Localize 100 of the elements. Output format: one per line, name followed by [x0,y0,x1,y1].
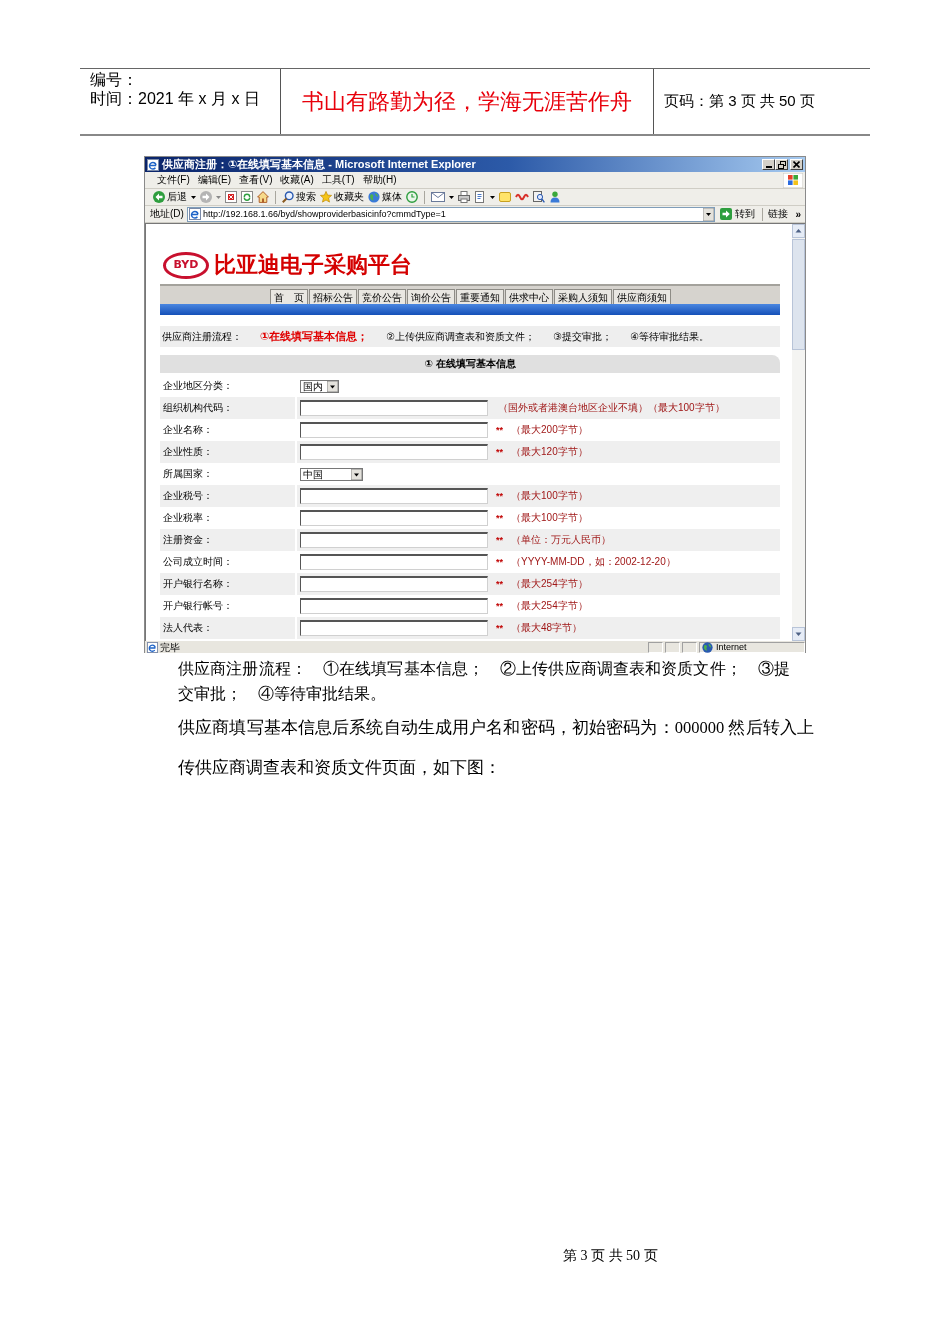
globe-icon [368,191,380,203]
required-mark: ** [496,557,503,567]
scrollbar-thumb[interactable] [792,239,805,350]
dropdown-arrow-icon[interactable] [327,380,338,392]
caret-icon[interactable] [191,195,196,199]
field-hint: （最大48字节） [511,621,583,635]
nav-tab[interactable]: 供应商须知 [612,289,671,304]
mail-icon[interactable] [431,192,445,202]
select-field[interactable]: 国内 [300,379,339,393]
field-hint: （最大120字节） [511,445,588,459]
caret-icon[interactable] [490,195,495,199]
text-input[interactable] [300,422,488,438]
text-input[interactable] [300,598,488,614]
text-input[interactable] [300,400,488,416]
scroll-up-icon[interactable] [792,224,805,238]
more-button[interactable]: » [791,208,801,220]
brand-logo: BYD [163,251,209,279]
nav-tab[interactable]: 首 页 [269,289,308,304]
globe-icon [702,641,713,653]
steps-label: 供应商注册流程： [162,329,242,344]
go-button[interactable]: 转到 [718,207,758,221]
zone-label: Internet [716,642,747,652]
nav-tab[interactable]: 招标公告 [308,289,357,304]
refresh-icon[interactable] [241,191,253,203]
page-icon[interactable] [474,191,486,203]
search-icon [282,191,294,203]
stop-icon[interactable] [225,191,237,203]
text-input[interactable] [300,576,488,592]
text-input[interactable] [300,532,488,548]
field-label: 所属国家： [162,467,214,481]
dropdown-arrow-icon[interactable] [351,468,362,480]
required-mark: ** [496,623,503,633]
field-label: 企业税号： [162,489,214,503]
favorites-button[interactable]: 收藏夹 [320,190,364,204]
motto-text: 书山有路勤为径，学海无涯苦作舟 [302,87,632,116]
wave-icon[interactable] [515,192,529,202]
back-button[interactable]: 后退 [153,190,187,204]
field-label: 企业名称： [162,423,214,437]
home-icon[interactable] [257,191,269,203]
required-mark: ** [496,513,503,523]
minimize-button[interactable] [762,159,775,170]
text-input[interactable] [300,620,488,636]
field-hint: （国外或者港澳台地区企业不填）（最大100字节） [498,401,725,415]
required-mark: ** [496,425,503,435]
select-field[interactable]: 中国 [300,467,363,481]
text-input[interactable] [300,510,488,526]
page-magnifier-icon[interactable] [533,191,545,203]
address-label: 地址(D) [150,207,184,221]
field-hint: （YYYY-MM-DD，如：2002-12-20） [511,555,676,569]
text-input[interactable] [300,488,488,504]
status-text: 完毕 [160,641,180,653]
field-label: 开户银行帐号： [162,599,234,613]
star-icon [320,191,332,203]
nav-tab[interactable]: 重要通知 [455,289,504,304]
document-date: 时间：2021 年 x 月 x 日 [90,89,260,108]
text-input[interactable] [300,554,488,570]
menu-item[interactable]: 收藏(A) [280,173,314,187]
field-label: 法人代表： [162,621,214,635]
menu-item[interactable]: 文件(F) [157,173,190,187]
caret-icon[interactable] [449,195,454,199]
step-label: ①在线填写基本信息； [260,329,369,344]
go-arrow-icon [720,208,733,220]
printer-icon[interactable] [458,191,470,203]
nav-tab[interactable]: 询价公告 [406,289,455,304]
links-button[interactable]: 链接 [768,207,789,221]
nav-tab[interactable]: 采购人须知 [553,289,612,304]
menu-item[interactable]: 工具(T) [321,173,355,187]
restore-button[interactable] [775,159,788,170]
address-field[interactable]: http://192.168.1.66/byd/showproviderbasicinfo?cmmdType=1 [186,206,716,222]
step-label: ②上传供应商调查表和资质文件； [386,329,536,344]
field-label: 企业性质： [162,445,214,459]
status-pane [665,641,680,653]
field-hint: （最大100字节） [511,489,588,503]
restore-icon [777,160,786,169]
clock-icon[interactable] [406,191,418,203]
text-input[interactable] [300,444,488,460]
step-label: ③提交审批； [553,329,613,344]
required-mark: ** [496,579,503,589]
scroll-down-icon[interactable] [792,627,805,641]
search-button[interactable]: 搜索 [282,190,316,204]
step-label: ④等待审批结果。 [630,329,710,344]
field-label: 开户银行名称： [162,577,234,591]
nav-tab[interactable]: 供求中心 [504,289,553,304]
menu-item[interactable]: 帮助(H) [362,173,397,187]
close-button[interactable] [790,159,803,170]
scrollbar[interactable] [792,224,805,641]
section-header: ① 在线填写基本信息 [160,355,780,373]
menu-item[interactable]: 编辑(E) [197,173,232,187]
required-mark: ** [496,491,503,501]
person-icon[interactable] [549,191,561,203]
minimize-icon [765,165,772,168]
dropdown-arrow-icon[interactable] [703,207,715,221]
body-paragraph: 供应商填写基本信息后系统自动生成用户名和密码，初始密码为：000000 然后转入上传供应商调查表和资质文件页面，如下图： [178,717,814,779]
nav-tab[interactable]: 竞价公告 [357,289,406,304]
field-label: 企业地区分类： [162,379,234,393]
menu-item[interactable]: 查看(V) [239,173,273,187]
document-number-label: 编号： [90,70,138,89]
media-button[interactable]: 媒体 [368,190,402,204]
status-pane [648,641,663,653]
field-label: 企业税率： [162,511,214,525]
